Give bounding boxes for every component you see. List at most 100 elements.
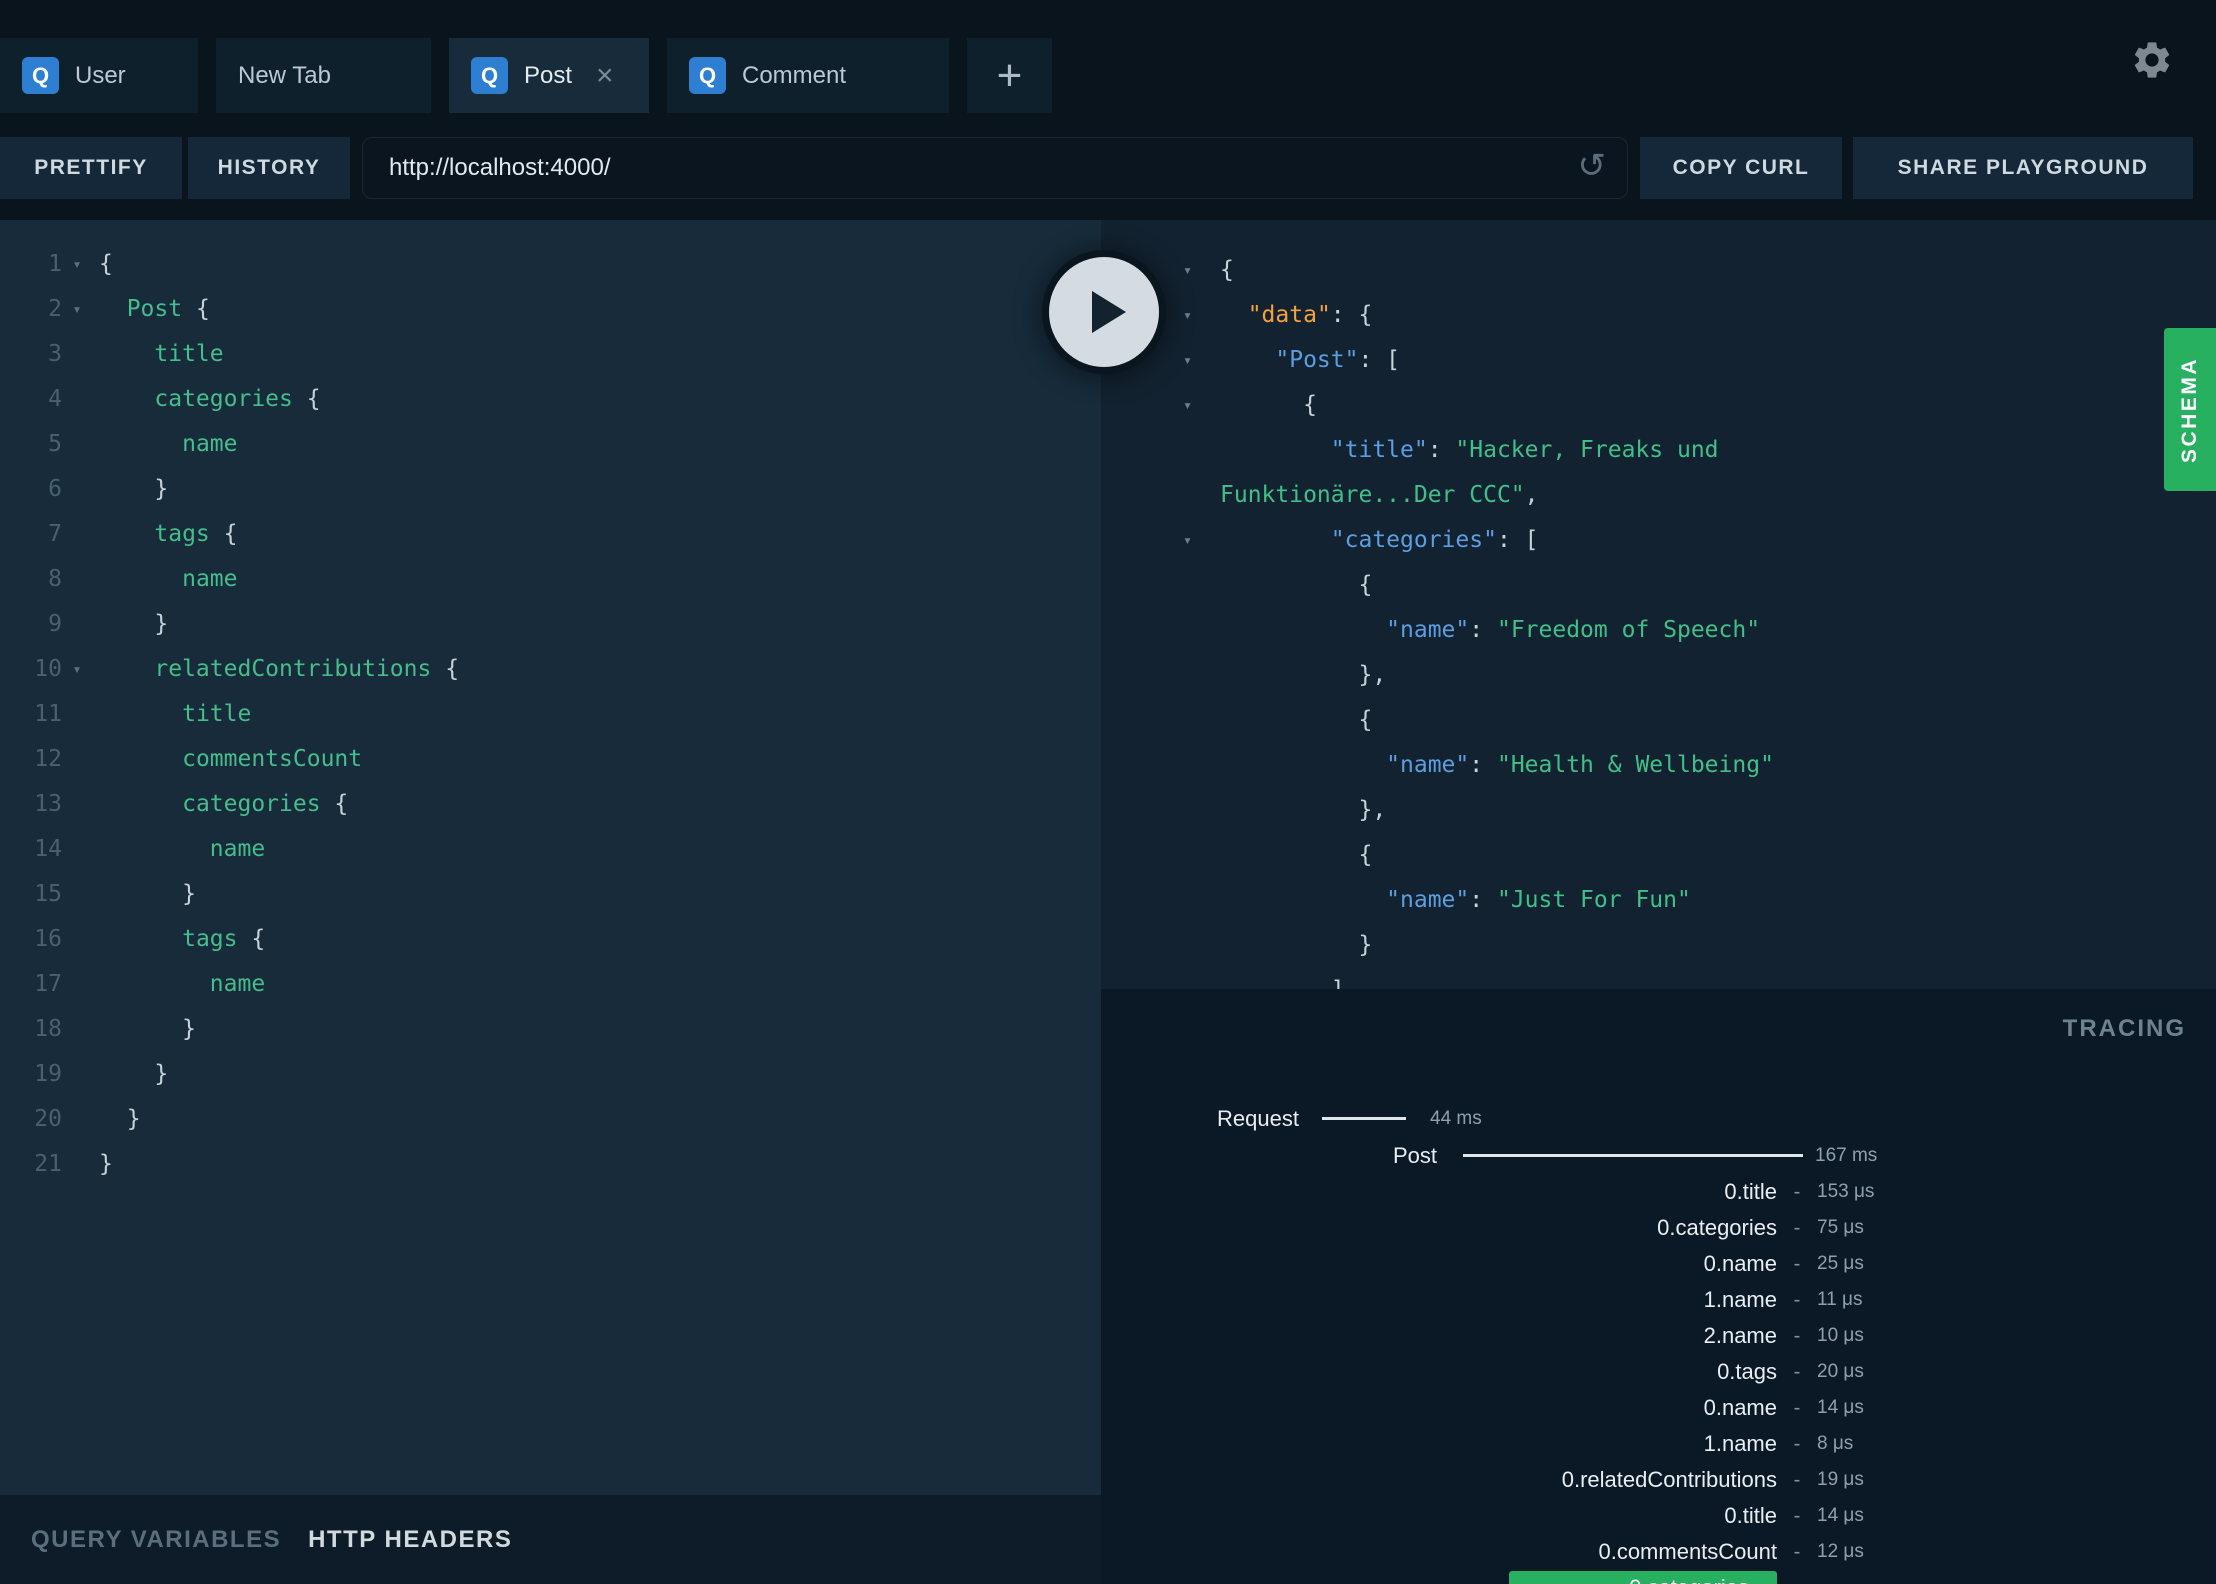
line-number: 16	[34, 926, 62, 952]
tab-comment[interactable]: Q Comment	[667, 38, 949, 113]
resolver-value: 8 μs	[1817, 1433, 1854, 1454]
resolver-dash: -	[1793, 1432, 1801, 1455]
resolver-label-highlight: 0.categories	[1509, 1571, 1777, 1584]
tracing-resolver-row: 0.relatedContributions -19 μs	[1101, 1462, 2216, 1498]
resolver-dash: -	[1793, 1396, 1801, 1419]
query-editor-line[interactable]: 2 ▾ Post {	[0, 287, 1101, 332]
code-text: name	[182, 566, 238, 592]
query-editor-line[interactable]: 14 name	[0, 827, 1101, 872]
resolver-dash: -	[1793, 1180, 1801, 1203]
settings-button[interactable]	[2126, 34, 2178, 86]
query-editor-line[interactable]: 15 }	[0, 872, 1101, 917]
resolver-label: 0.categories	[1101, 1571, 1777, 1584]
query-editor-line[interactable]: 10 ▾ relatedContributions {	[0, 647, 1101, 692]
query-variables-button[interactable]: QUERY VARIABLES	[31, 1526, 281, 1554]
json-text: "name": "Health & Wellbeing"	[1386, 752, 1774, 778]
execute-button[interactable]	[1042, 250, 1166, 374]
prettify-button[interactable]: PRETTIFY	[0, 137, 182, 199]
query-editor-line[interactable]: 3 title	[0, 332, 1101, 377]
code-text: categories {	[182, 791, 349, 817]
toolbar: PRETTIFY HISTORY ↺ COPY CURL SHARE PLAYG…	[0, 134, 2216, 220]
json-text: },	[1220, 797, 1387, 823]
resolver-value: 20 μs	[1817, 1361, 1864, 1382]
collapse-arrow-icon[interactable]: ▾	[1183, 338, 1213, 383]
code-text: name	[182, 431, 238, 457]
fold-arrow-icon[interactable]: ▾	[62, 647, 92, 692]
code-text: tags {	[154, 521, 238, 547]
collapse-arrow-icon[interactable]: ▾	[1183, 248, 1213, 293]
query-editor-line[interactable]: 9 }	[0, 602, 1101, 647]
query-editor-line[interactable]: 4 categories {	[0, 377, 1101, 422]
share-playground-button[interactable]: SHARE PLAYGROUND	[1853, 137, 2193, 199]
code-text: }	[99, 476, 169, 502]
url-input[interactable]	[362, 137, 1628, 199]
reload-icon[interactable]: ↺	[1578, 149, 1607, 183]
query-editor-line[interactable]: 21}	[0, 1142, 1101, 1187]
resolver-label: 0.tags	[1717, 1359, 1777, 1384]
json-text: "Post": [	[1275, 347, 1401, 373]
resolver-value: 12 μs	[1817, 1541, 1864, 1562]
query-editor-line[interactable]: 6 }	[0, 467, 1101, 512]
json-text: ]	[1220, 968, 1345, 989]
resolver-dash: -	[1793, 1324, 1801, 1347]
resolver-label: 0.name	[1703, 1251, 1777, 1276]
query-editor-line[interactable]: 19 }	[0, 1052, 1101, 1097]
query-editor[interactable]: 1 ▾{2 ▾ Post {3 title 4 categories {5 name 6…	[0, 220, 1101, 1495]
tracing-rows: Request 44 ms Post 167 ms 0.title -153 μs…	[1101, 1100, 2216, 1584]
resolver-value: 75 μs	[1817, 1217, 1864, 1238]
tab-label: User	[75, 61, 126, 89]
tab-post[interactable]: Q Post ×	[449, 38, 649, 113]
line-number: 6	[48, 476, 62, 502]
close-icon[interactable]: ×	[596, 60, 614, 91]
query-editor-line[interactable]: 18 }	[0, 1007, 1101, 1052]
query-editor-line[interactable]: 17 name	[0, 962, 1101, 1007]
query-tab-icon: Q	[471, 57, 508, 94]
editor-footer: QUERY VARIABLES HTTP HEADERS	[0, 1495, 1101, 1584]
query-editor-line[interactable]: 13 categories {	[0, 782, 1101, 827]
json-text: {	[1220, 707, 1373, 733]
collapse-arrow-icon[interactable]: ▾	[1183, 293, 1213, 338]
collapse-arrow-icon[interactable]: ▾	[1183, 518, 1213, 563]
resolver-label: 0.name	[1703, 1395, 1777, 1420]
response-line: {	[1101, 698, 2216, 743]
tracing-resolver-row: 0.commentsCount -12 μs	[1101, 1534, 2216, 1570]
json-text: {	[1220, 257, 1234, 283]
add-tab-button[interactable]: +	[967, 38, 1052, 113]
tracing-request-value: 44 ms	[1430, 1107, 1482, 1129]
schema-tab[interactable]: SCHEMA	[2164, 328, 2216, 491]
line-number: 3	[48, 341, 62, 367]
query-editor-line[interactable]: 12 commentsCount	[0, 737, 1101, 782]
http-headers-button[interactable]: HTTP HEADERS	[308, 1526, 512, 1554]
fold-arrow-icon[interactable]: ▾	[62, 242, 92, 287]
tracing-resolver-row: 0.title -153 μs	[1101, 1174, 2216, 1210]
tracing-resolvers: 0.title -153 μs 0.categories -75 μs 0.name -2…	[1101, 1174, 2216, 1584]
code-text: name	[209, 971, 266, 997]
resolver-value: 19 μs	[1817, 1469, 1864, 1490]
query-editor-line[interactable]: 11 title	[0, 692, 1101, 737]
collapse-arrow-icon[interactable]: ▾	[1183, 383, 1213, 428]
schema-tab-label: SCHEMA	[2178, 356, 2202, 463]
tracing-resolver-row: 1.name -8 μs	[1101, 1426, 2216, 1462]
query-editor-line[interactable]: 1 ▾ {	[0, 242, 1101, 287]
code-text: Post {	[126, 296, 210, 322]
query-editor-line[interactable]: 5 name	[0, 422, 1101, 467]
resolver-value: 25 μs	[1817, 1253, 1864, 1274]
query-editor-line[interactable]: 20 }	[0, 1097, 1101, 1142]
line-number: 12	[34, 746, 62, 772]
query-editor-line[interactable]: 7 tags {	[0, 512, 1101, 557]
resolver-label: 0.title	[1724, 1179, 1777, 1204]
tab-new-tab[interactable]: New Tab	[216, 38, 431, 113]
query-editor-line[interactable]: 8 name	[0, 557, 1101, 602]
history-button[interactable]: HISTORY	[188, 137, 350, 199]
tab-user[interactable]: Q User	[0, 38, 198, 113]
fold-arrow-icon[interactable]: ▾	[62, 287, 92, 332]
code-text: name	[209, 836, 266, 862]
line-number: 19	[34, 1061, 62, 1087]
copy-curl-button[interactable]: COPY CURL	[1640, 137, 1842, 199]
plus-icon: +	[996, 50, 1023, 100]
gear-icon	[2134, 42, 2170, 78]
response-line: {	[1101, 833, 2216, 878]
resolver-value: 14 μs	[1817, 1397, 1864, 1418]
play-icon	[1092, 291, 1126, 333]
query-editor-line[interactable]: 16 tags {	[0, 917, 1101, 962]
